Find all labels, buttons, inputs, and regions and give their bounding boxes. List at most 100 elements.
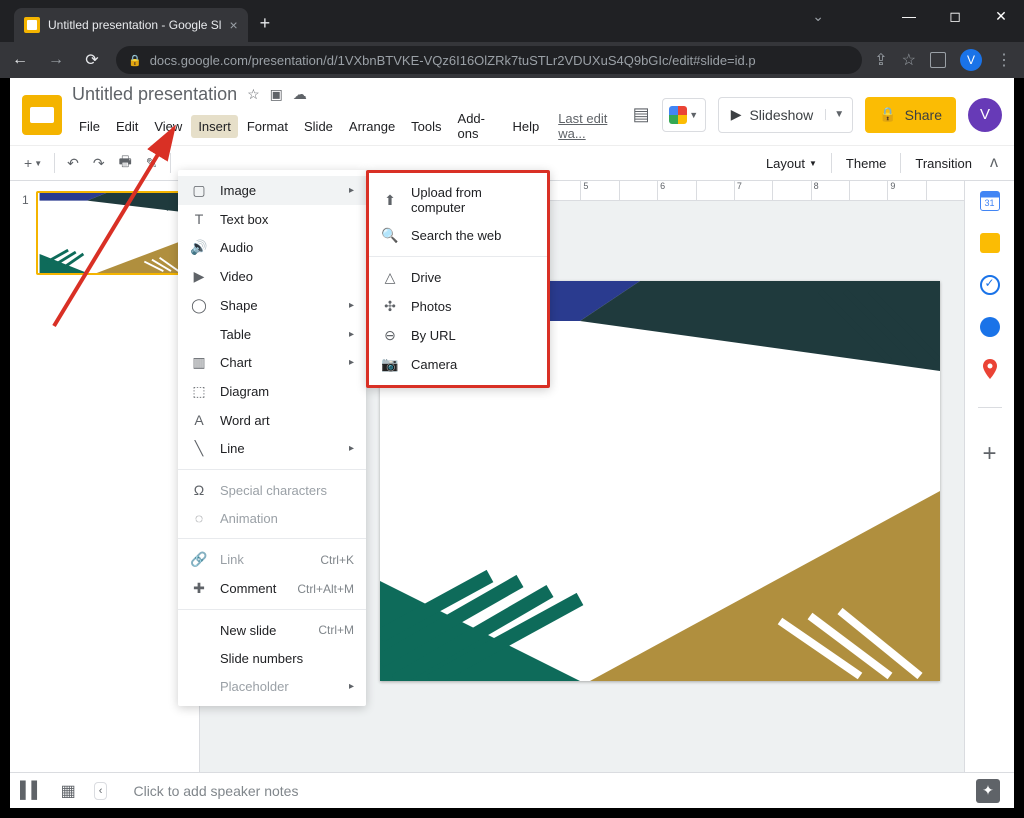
meet-button[interactable]: ▼ [662, 98, 706, 132]
speaker-notes-placeholder[interactable]: Click to add speaker notes [125, 783, 958, 799]
new-tab-button[interactable]: + [260, 13, 271, 34]
link-icon: 🔗 [190, 551, 208, 568]
window-maximize-button[interactable]: ◻ [932, 0, 978, 32]
comments-history-icon[interactable]: ▤ [633, 104, 650, 125]
url-icon: ⊖ [381, 327, 399, 344]
submenu-arrow-icon: ▸ [349, 443, 354, 454]
insert-item-diagram[interactable]: ⬚Diagram [178, 377, 366, 406]
menu-tools[interactable]: Tools [404, 115, 448, 138]
layout-button[interactable]: Layout▼ [758, 152, 825, 175]
calendar-icon[interactable]: 31 [980, 191, 1000, 211]
new-slide-button[interactable]: +▼ [18, 151, 48, 175]
menu-item-label: Image [220, 183, 337, 198]
window-close-button[interactable]: ✕ [978, 0, 1024, 32]
menu-add-ons[interactable]: Add-ons [451, 107, 504, 145]
menu-insert[interactable]: Insert [191, 115, 238, 138]
print-button[interactable]: 🖶 [113, 147, 138, 179]
share-label: Share [905, 107, 942, 123]
bookmark-icon[interactable]: ☆ [902, 50, 916, 70]
extensions-icon[interactable] [930, 52, 946, 68]
insert-item-comment[interactable]: ✚CommentCtrl+Alt+M [178, 574, 366, 603]
video-icon: ▶ [190, 268, 208, 285]
slideshow-label: Slideshow [749, 107, 813, 123]
image-item-photos[interactable]: ✣Photos [369, 292, 547, 321]
menu-item-label: Placeholder [220, 679, 337, 694]
last-edit-link[interactable]: Last edit wa... [558, 111, 622, 141]
menu-item-label: Line [220, 441, 337, 456]
star-icon[interactable]: ☆ [247, 86, 260, 103]
tasks-icon[interactable]: ✓ [980, 275, 1000, 295]
maps-icon[interactable] [980, 359, 1000, 379]
browser-tab[interactable]: Untitled presentation - Google Sl × [14, 8, 248, 42]
menu-format[interactable]: Format [240, 115, 295, 138]
nav-back-button[interactable]: ← [8, 51, 32, 69]
share-page-icon[interactable]: ⇪ [874, 50, 887, 70]
insert-item-link: 🔗LinkCtrl+K [178, 545, 366, 574]
slides-logo-icon[interactable] [22, 95, 62, 135]
menu-file[interactable]: File [72, 115, 107, 138]
insert-item-chart[interactable]: ▥Chart▸ [178, 348, 366, 377]
chrome-profile-avatar[interactable]: V [960, 49, 982, 71]
insert-item-audio[interactable]: 🔊 Audio [178, 233, 366, 262]
cloud-status-icon[interactable]: ☁ [293, 86, 307, 103]
menu-item-label: Comment [220, 581, 285, 596]
addons-plus-icon[interactable]: + [982, 440, 996, 468]
insert-item-line[interactable]: ╲Line▸ [178, 434, 366, 463]
tab-close-icon[interactable]: × [229, 17, 237, 33]
comment-icon: ✚ [190, 580, 208, 597]
account-avatar[interactable]: V [968, 98, 1002, 132]
audio-icon: 🔊 [190, 239, 208, 256]
chrome-menu-icon[interactable]: ⋮ [996, 50, 1012, 70]
filmstrip-view-icon[interactable]: ▌▌ [20, 782, 43, 800]
image-item-by-url[interactable]: ⊖By URL [369, 321, 547, 350]
shortcut-label: Ctrl+K [320, 553, 354, 567]
theme-button[interactable]: Theme [838, 152, 894, 175]
insert-item-video[interactable]: ▶Video [178, 262, 366, 291]
insert-item-word-art[interactable]: AWord art [178, 406, 366, 434]
submenu-arrow-icon: ▸ [349, 329, 354, 340]
image-item-upload-from-computer[interactable]: ⬆Upload from computer [369, 179, 547, 221]
slideshow-dropdown-icon[interactable]: ▼ [825, 109, 852, 120]
tab-overflow-icon[interactable]: ⌄ [812, 8, 824, 25]
undo-button[interactable]: ↶ [61, 151, 85, 176]
image-item-search-the-web[interactable]: 🔍Search the web [369, 221, 547, 250]
filmstrip-collapse-icon[interactable]: ‹ [94, 782, 108, 800]
redo-button[interactable]: ↷ [87, 151, 111, 176]
insert-item-shape[interactable]: ◯Shape▸ [178, 291, 366, 320]
submenu-arrow-icon: ▸ [349, 357, 354, 368]
grid-view-icon[interactable]: ▦ [61, 781, 76, 801]
menu-arrange[interactable]: Arrange [342, 115, 402, 138]
keep-icon[interactable] [980, 233, 1000, 253]
explore-button[interactable]: ✦ [976, 779, 1000, 803]
paint-format-button[interactable]: ✎ [140, 151, 164, 176]
collapse-toolbar-icon[interactable]: ʌ [982, 154, 1006, 172]
insert-item-new-slide[interactable]: New slideCtrl+M [178, 616, 366, 644]
nav-reload-button[interactable]: ⟳ [80, 50, 104, 70]
image-item-camera[interactable]: 📷Camera [369, 350, 547, 379]
image-item-drive[interactable]: △Drive [369, 263, 547, 292]
slideshow-button[interactable]: ▶Slideshow ▼ [718, 97, 854, 133]
window-minimize-button[interactable]: — [886, 0, 932, 32]
slide-thumbnail[interactable] [36, 191, 186, 275]
menu-item-label: Slide numbers [220, 651, 354, 666]
contacts-icon[interactable] [980, 317, 1000, 337]
insert-item-text-box[interactable]: TText box [178, 205, 366, 233]
menu-view[interactable]: View [147, 115, 189, 138]
omega-icon: Ω [190, 482, 208, 498]
menu-slide[interactable]: Slide [297, 115, 340, 138]
url-input[interactable]: 🔒 docs.google.com/presentation/d/1VXbnBT… [116, 46, 862, 74]
menu-edit[interactable]: Edit [109, 115, 145, 138]
menu-help[interactable]: Help [505, 115, 546, 138]
menu-item-label: Special characters [220, 483, 354, 498]
insert-item-slide-numbers[interactable]: Slide numbers [178, 644, 366, 672]
insert-item-table[interactable]: Table▸ [178, 320, 366, 348]
share-button[interactable]: 🔒 Share [865, 97, 956, 133]
menu-item-label: Audio [220, 240, 354, 255]
transition-button[interactable]: Transition [907, 152, 980, 175]
document-title[interactable]: Untitled presentation [72, 84, 237, 105]
insert-item-image[interactable]: ▢Image▸ [178, 176, 366, 205]
submenu-arrow-icon: ▸ [349, 681, 354, 692]
move-icon[interactable]: ▣ [270, 86, 283, 103]
nav-forward-button[interactable]: → [44, 51, 68, 69]
browser-titlebar: Untitled presentation - Google Sl × + ⌄ … [0, 0, 1024, 42]
